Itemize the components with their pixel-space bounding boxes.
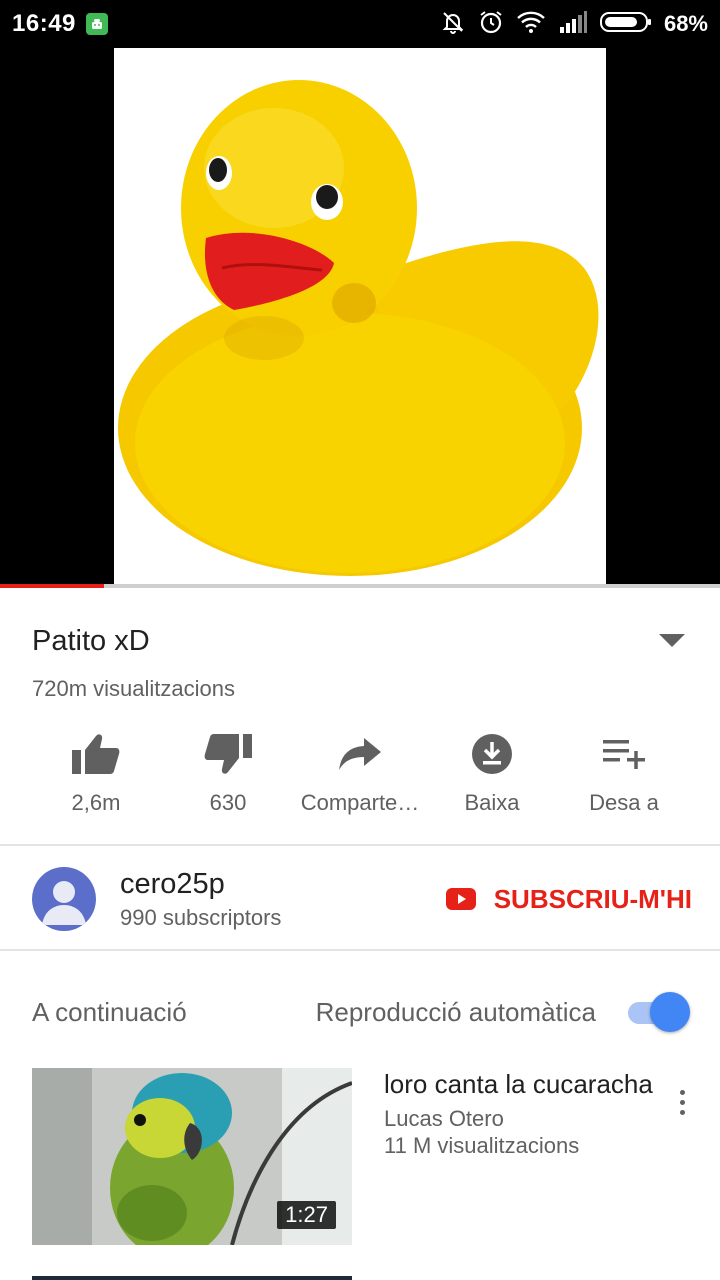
download-label: Baixa xyxy=(464,790,520,815)
thumbs-up-icon xyxy=(72,728,120,780)
video-progress-fill xyxy=(0,584,105,588)
download-icon xyxy=(471,728,513,780)
more-options-button[interactable] xyxy=(672,1082,692,1122)
alarm-icon xyxy=(478,9,504,40)
status-bar: 16:49 68% xyxy=(0,0,720,48)
divider xyxy=(0,844,720,846)
video-title: Patito xD xyxy=(32,624,150,657)
thumbs-down-icon xyxy=(204,728,252,780)
android-notification-icon xyxy=(85,13,108,35)
dislike-count: 630 xyxy=(209,790,247,815)
save-to-playlist-button[interactable]: Desa a xyxy=(558,728,690,828)
share-button[interactable]: Comparte… xyxy=(294,728,426,828)
recommendation-views: 11 M visualitzacions xyxy=(384,1133,580,1158)
add-to-playlist-icon xyxy=(603,728,645,780)
video-thumbnail[interactable]: 1:27 xyxy=(32,1068,352,1245)
video-duration: 1:27 xyxy=(277,1201,336,1229)
subscribe-label: SUBSCRIU-M'HI xyxy=(493,883,692,914)
video-progress-bar[interactable] xyxy=(0,584,720,588)
like-button[interactable]: 2,6m xyxy=(30,728,162,828)
chevron-down-icon xyxy=(659,634,685,647)
share-label: Comparte… xyxy=(300,790,420,815)
video-actions: 2,6m 630 Comparte… Baixa Desa a xyxy=(30,728,690,828)
up-next-label: A continuació xyxy=(32,996,187,1027)
next-video-thumbnail[interactable] xyxy=(32,1276,352,1280)
video-frame[interactable] xyxy=(114,48,606,584)
divider xyxy=(0,949,720,951)
share-icon xyxy=(338,728,382,780)
signal-icon xyxy=(558,10,588,39)
youtube-logo-icon xyxy=(445,888,476,910)
default-avatar-icon xyxy=(42,881,86,925)
view-count: 720m visualitzacions xyxy=(32,676,235,701)
save-label: Desa a xyxy=(589,790,659,815)
channel-name[interactable]: cero25p xyxy=(120,867,446,901)
recommendation-channel: Lucas Otero xyxy=(384,1106,504,1131)
list-item[interactable]: 1:27 loro canta la cucaracha Lucas Otero… xyxy=(32,1068,692,1246)
expand-description-button[interactable] xyxy=(652,621,692,661)
channel-row[interactable]: cero25p 990 subscriptors SUBSCRIU-M'HI xyxy=(32,864,692,934)
like-count: 2,6m xyxy=(71,790,121,815)
battery-icon xyxy=(599,10,652,39)
rubber-duck-image xyxy=(118,80,599,576)
battery-percentage: 68% xyxy=(663,11,708,36)
status-time: 16:49 xyxy=(12,10,76,37)
video-title-row[interactable]: Patito xD xyxy=(32,616,692,666)
recommendation-title[interactable]: loro canta la cucaracha xyxy=(384,1068,654,1101)
subscribe-button[interactable]: SUBSCRIU-M'HI xyxy=(445,883,692,915)
dislike-button[interactable]: 630 xyxy=(162,728,294,828)
up-next-header: A continuació Reproducció automàtica xyxy=(32,990,692,1034)
subscriber-count: 990 subscriptors xyxy=(120,905,282,930)
wifi-icon xyxy=(516,10,546,39)
download-button[interactable]: Baixa xyxy=(426,728,558,828)
autoplay-toggle[interactable] xyxy=(626,992,692,1032)
avatar[interactable] xyxy=(32,867,96,931)
autoplay-label: Reproducció automàtica xyxy=(315,996,596,1027)
video-player[interactable] xyxy=(0,48,720,588)
bell-muted-icon xyxy=(440,9,466,40)
